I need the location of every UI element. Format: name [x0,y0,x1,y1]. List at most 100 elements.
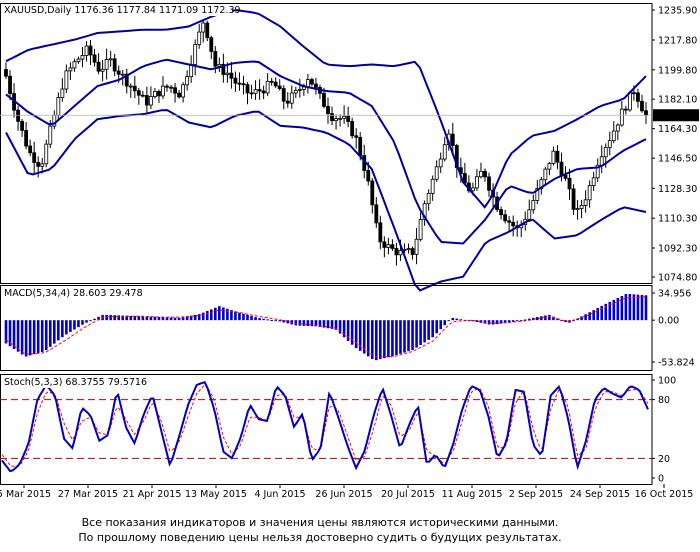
candle-body [358,136,363,156]
disclaimer: Все показания индикаторов и значения цен… [0,515,640,545]
candle-body [511,221,516,227]
candle-body [370,180,375,206]
macd-bar [81,320,84,325]
macd-bar [640,294,644,321]
candle-body [603,147,608,158]
macd-bar [375,320,378,361]
macd-bar [266,319,269,321]
macd-bar [205,311,209,321]
candle-body [161,85,165,97]
candle-body [237,82,242,85]
candle-body [326,105,330,115]
macd-bar [403,320,406,353]
x-tick-label: 2 Sep 2015 [509,489,563,500]
candle-body [20,120,25,131]
macd-bar [145,316,149,321]
macd-bar [258,318,261,321]
macd-bar [584,314,587,321]
price-tick-label: 1128.30 [658,184,697,195]
price-tick-label: 1235.90 [658,6,697,17]
candle-body [587,185,592,201]
macd-bar [455,318,459,321]
macd-bar [165,317,169,321]
price-tick-label: 1217.80 [658,35,697,46]
candle-body [567,177,572,190]
candle-body [503,214,508,222]
macd-bar [85,320,88,323]
macd-bar [242,313,245,321]
macd-bar [69,320,72,332]
candle-body [615,124,620,132]
disclaimer-line-2: По прошлому поведению цены нельзя достов… [78,531,562,544]
macd-bar [149,316,153,321]
candle-body [205,22,210,39]
macd-bar [214,307,217,321]
candle-body [185,76,190,86]
candle-body [571,188,576,210]
candle-body [281,88,286,102]
macd-bar [262,318,265,321]
candle-body [619,108,624,126]
candle-body [16,109,20,122]
stoch-tick-label: 0 [658,474,664,485]
candle-body [213,51,218,67]
price-tick-label: 1074.80 [658,273,697,284]
candle-body [165,85,169,88]
macd-bar [383,320,386,359]
candle-body [507,220,512,223]
price-tick-label: 1110.30 [658,214,697,225]
candle-body [636,92,640,102]
macd-bar [298,320,302,326]
candle-body [310,79,314,85]
candle-body [563,175,568,179]
candle-body [189,64,194,78]
macd-bar [93,318,96,321]
candle-body [60,88,65,98]
candle-body [76,58,81,63]
candle-body [543,168,548,181]
candle-body [245,84,250,94]
candle-body [197,31,202,45]
stoch-tick-label: 100 [658,376,676,387]
candle-body [354,135,359,138]
candle-body [575,208,580,210]
x-tick-label: 13 May 2015 [185,489,247,500]
candle-body [72,61,77,69]
macd-bar [238,312,241,321]
candle-body [434,166,439,180]
x-tick-label: 4 Jun 2015 [254,489,305,500]
macd-bar [439,320,443,330]
macd-bar [644,295,648,321]
candle-body [36,162,41,167]
candle-body [261,90,266,94]
candle-body [382,241,387,248]
candle-body [305,79,310,88]
x-tick-label: 11 Aug 2015 [442,489,503,500]
macd-bar [544,315,547,321]
macd-bar [109,315,112,321]
price-tick-label: 1182.10 [658,95,697,106]
macd-bar [415,320,418,348]
macd-bar [491,320,495,325]
macd-bar [222,307,225,321]
candle-body [378,222,383,243]
candle-body [289,92,294,104]
macd-tick-label: 34.956 [658,289,691,300]
stoch-label: Stoch(5,3,3) 68.3755 79.5716 [4,377,147,388]
candle-body [153,91,157,97]
x-tick-label: 26 Jun 2015 [315,489,372,500]
candle-body [177,92,181,98]
macd-bar [113,315,116,321]
candle-body [591,177,596,186]
candle-body [607,140,612,148]
macd-bar [419,320,422,346]
candle-body [334,118,338,122]
macd-bar [209,309,213,321]
macd-bar [592,310,595,321]
macd-bar [346,320,350,341]
macd-bar [173,317,177,321]
candle-body [249,92,254,95]
candle-body [233,77,238,84]
candle-body [108,58,113,61]
candle-body [132,85,137,92]
